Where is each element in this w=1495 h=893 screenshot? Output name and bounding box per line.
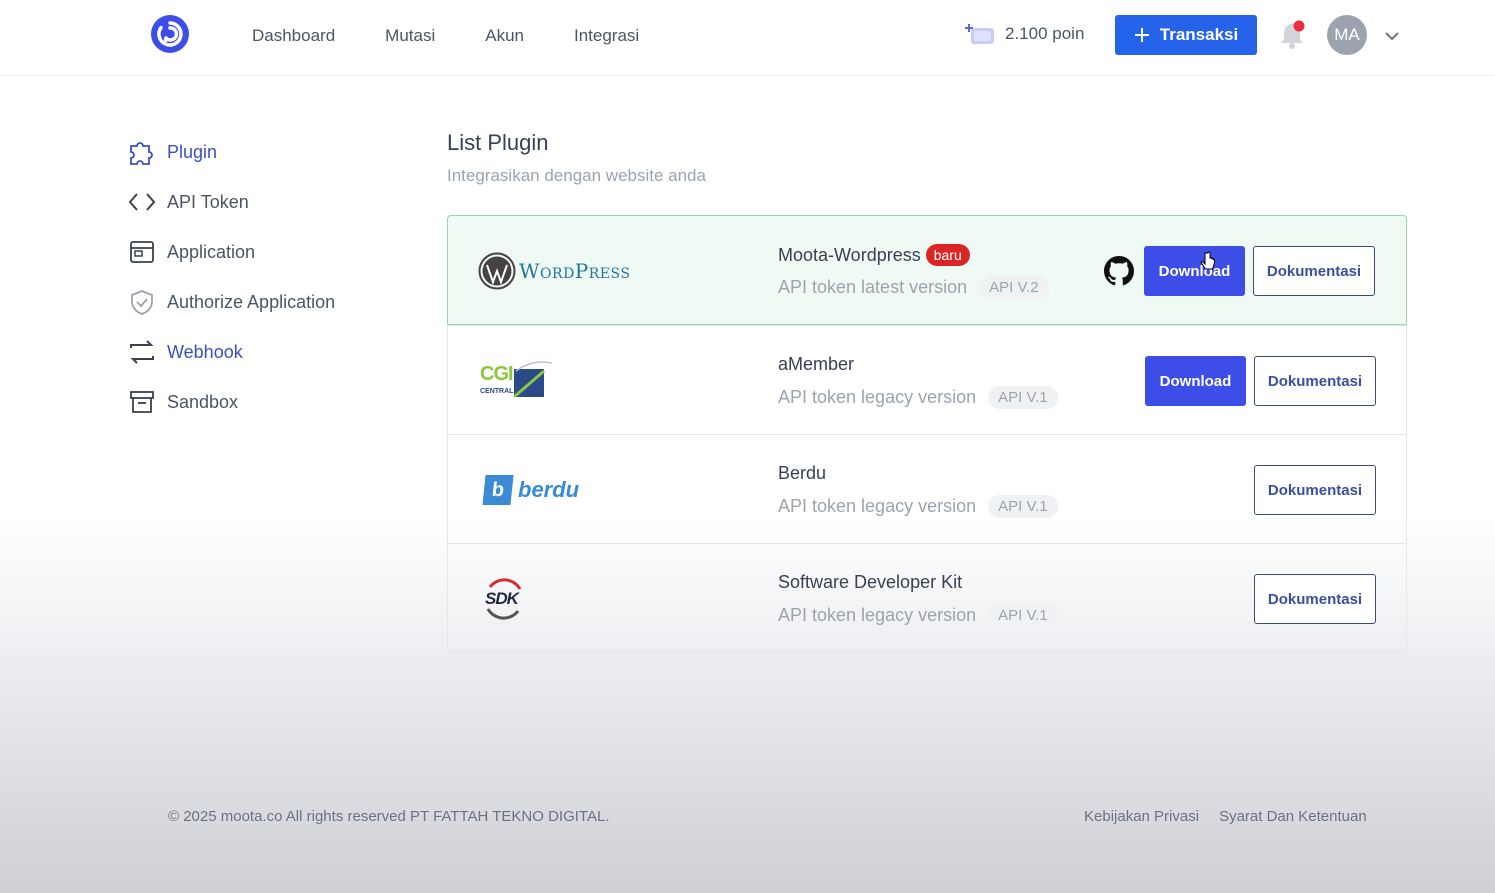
- nav-mutasi[interactable]: Mutasi: [385, 24, 435, 48]
- berdu-logo-text: berdu: [518, 477, 580, 502]
- berdu-logo: b berdu: [478, 460, 579, 520]
- wordpress-emblem-icon: [478, 252, 516, 290]
- nav-integrasi[interactable]: Integrasi: [574, 24, 639, 48]
- sidebar-item-label: Sandbox: [167, 391, 239, 412]
- footer-links: Kebijakan Privasi Syarat Dan Ketentuan: [1084, 808, 1367, 825]
- nav-akun[interactable]: Akun: [485, 24, 524, 48]
- cgi-emblem-icon: [513, 361, 552, 397]
- sidebar-item-label: Authorize Application: [167, 291, 336, 312]
- api-version-badge: API V.1: [988, 495, 1058, 518]
- documentation-button[interactable]: Dokumentasi: [1254, 574, 1376, 624]
- privacy-policy-link[interactable]: Kebijakan Privasi: [1084, 808, 1199, 825]
- download-button[interactable]: Download: [1144, 246, 1245, 296]
- api-version-badge: API V.1: [988, 386, 1058, 409]
- documentation-button[interactable]: Dokumentasi: [1254, 465, 1376, 515]
- api-version-badge: API V.1: [988, 604, 1058, 627]
- main-nav: Dashboard Mutasi Akun Integrasi: [252, 24, 689, 48]
- documentation-button[interactable]: Dokumentasi: [1253, 246, 1375, 296]
- shield-check-icon: [127, 287, 157, 317]
- plugin-description: API token legacy version: [778, 605, 977, 625]
- plugin-list: WordPress Moota-Wordpress baru API token…: [447, 215, 1407, 653]
- plus-icon: [1134, 28, 1149, 42]
- moota-logo-icon[interactable]: [150, 14, 190, 54]
- plugin-name: Moota-Wordpress: [778, 244, 921, 265]
- footer-copyright: © 2025 moota.co All rights reserved PT F…: [168, 808, 610, 825]
- new-badge: baru: [925, 244, 970, 266]
- wordpress-logo-text: WordPress: [519, 259, 631, 283]
- wordpress-logo: WordPress: [478, 241, 630, 301]
- cgi-logo-text: CGI: [480, 363, 514, 385]
- top-navbar: Dashboard Mutasi Akun Integrasi 2.100 po…: [0, 0, 1495, 76]
- swap-arrows-icon: [127, 337, 157, 367]
- points-value: 2.100 poin: [1005, 24, 1085, 43]
- points-display[interactable]: 2.100 poin: [965, 22, 1084, 46]
- nav-dashboard[interactable]: Dashboard: [252, 24, 335, 48]
- sdk-logo: SDK: [478, 569, 528, 629]
- cgi-logo-subtext: CENTRAL: [480, 388, 514, 395]
- sidebar-item-application[interactable]: Application: [127, 236, 335, 268]
- page-subtitle: Integrasikan dengan website anda: [447, 166, 706, 185]
- plugin-description: API token latest version: [778, 277, 968, 297]
- sidebar-item-plugin[interactable]: Plugin: [127, 136, 335, 168]
- sidebar-item-api-token[interactable]: API Token: [127, 186, 335, 218]
- plugin-description: API token legacy version: [778, 387, 977, 407]
- mouse-cursor-icon: [1200, 251, 1215, 270]
- plugin-row-sdk: SDK Software Developer Kit API token leg…: [448, 543, 1406, 652]
- puzzle-icon: [127, 137, 157, 167]
- card-plus-icon: [965, 24, 994, 44]
- plugin-row-berdu: b berdu Berdu API token legacy version A…: [448, 434, 1406, 543]
- plugin-name: aMember: [778, 354, 855, 374]
- sidebar-item-authorize-application[interactable]: Authorize Application: [127, 286, 335, 318]
- sdk-logo-text: SDK: [485, 589, 519, 608]
- code-icon: [127, 187, 157, 217]
- download-button[interactable]: Download: [1145, 356, 1246, 406]
- github-icon[interactable]: [1104, 256, 1134, 286]
- chevron-down-icon[interactable]: [1383, 27, 1401, 45]
- sidebar-item-label: Plugin: [167, 141, 218, 162]
- plugin-description: API token legacy version: [778, 496, 977, 516]
- api-version-badge: API V.2: [979, 276, 1049, 299]
- sidebar-item-sandbox[interactable]: Sandbox: [127, 386, 335, 418]
- plugin-row-amember: CGI CENTRAL aMember API token legacy ver…: [448, 325, 1406, 434]
- add-transaction-label: Transaksi: [1159, 25, 1239, 44]
- add-transaction-button[interactable]: Transaksi: [1115, 15, 1257, 55]
- sidebar-item-webhook[interactable]: Webhook: [127, 336, 335, 368]
- berdu-logo-mark: b: [482, 475, 514, 505]
- page-title: List Plugin: [447, 130, 549, 155]
- plugin-name: Software Developer Kit: [778, 572, 963, 592]
- terms-link[interactable]: Syarat Dan Ketentuan: [1219, 808, 1367, 825]
- documentation-button[interactable]: Dokumentasi: [1254, 356, 1376, 406]
- sidebar: Plugin API Token Application Authorize A…: [127, 136, 335, 436]
- cgi-central-logo: CGI CENTRAL: [478, 351, 554, 411]
- plugin-name: Berdu: [778, 463, 827, 483]
- sidebar-item-label: Application: [167, 241, 256, 262]
- notification-bell-icon[interactable]: [1278, 20, 1306, 50]
- sidebar-item-label: Webhook: [167, 341, 243, 362]
- plugin-row-wordpress: WordPress Moota-Wordpress baru API token…: [447, 215, 1407, 325]
- sidebar-item-label: API Token: [167, 191, 249, 212]
- user-avatar[interactable]: MA: [1327, 15, 1367, 55]
- window-icon: [127, 237, 157, 267]
- archive-box-icon: [127, 387, 157, 417]
